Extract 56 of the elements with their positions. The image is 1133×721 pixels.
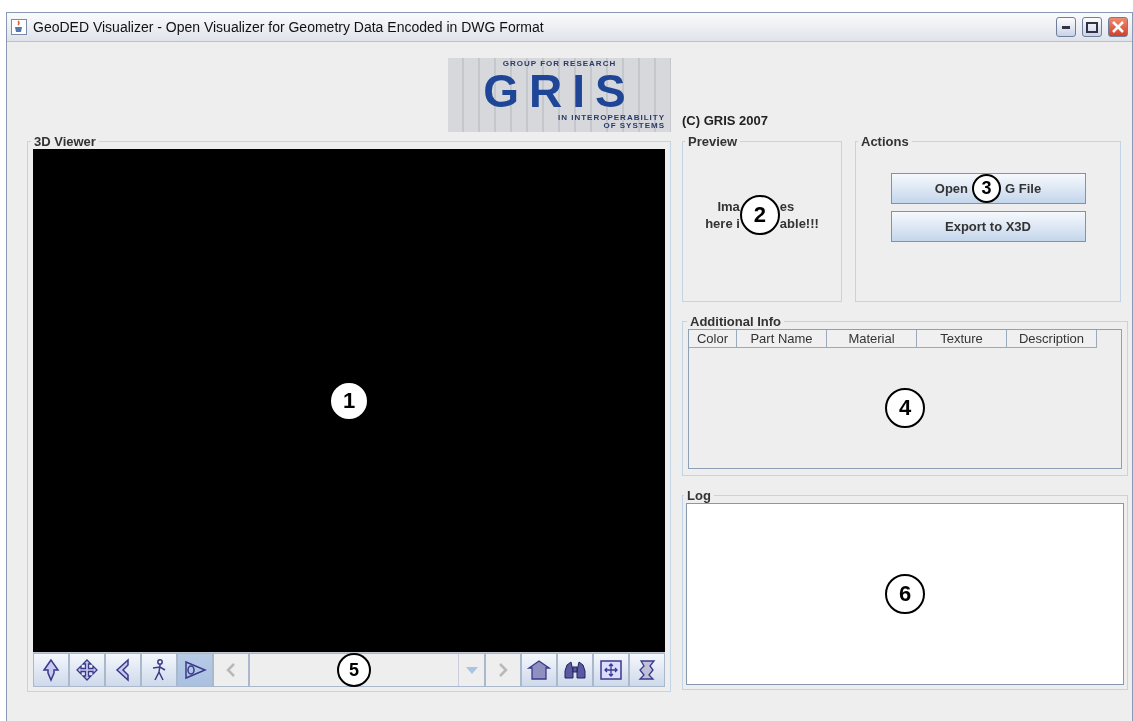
caret-icon [465, 666, 478, 674]
minimize-icon [1062, 25, 1070, 29]
view-cone-icon [183, 659, 207, 681]
toolbar-button[interactable] [629, 653, 665, 687]
toolbar-button[interactable] [593, 653, 629, 687]
action-button[interactable]: Export to X3D [890, 211, 1086, 242]
column-header[interactable]: Description [1007, 330, 1097, 348]
navigation-mode-button[interactable] [177, 653, 213, 687]
callout-marker: 2 [739, 195, 780, 235]
panel-title: Preview [687, 134, 739, 149]
column-header[interactable]: Texture [917, 330, 1007, 348]
close-icon [1112, 21, 1124, 33]
fit-view-icon [599, 659, 623, 681]
column-header[interactable]: Material [827, 330, 917, 348]
3d-viewport[interactable]: 1 [33, 149, 665, 652]
panel-title: Log [686, 488, 712, 503]
minimize-button[interactable] [1056, 17, 1076, 37]
callout-marker: 4 [885, 388, 925, 428]
maximize-button[interactable] [1082, 17, 1102, 37]
column-header[interactable]: Color [689, 330, 737, 348]
navigation-mode-button[interactable] [105, 653, 141, 687]
preview-message: here i [705, 216, 740, 231]
logo-tagline: OF SYSTEMS [603, 122, 665, 130]
toolbar-button[interactable] [521, 653, 557, 687]
binoculars-icon [563, 659, 587, 681]
chevron-left-icon [226, 663, 236, 677]
logo-tagline: IN INTEROPERABILITY [558, 114, 665, 122]
navigation-mode-button[interactable] [33, 653, 69, 687]
callout-marker: 6 [885, 574, 925, 614]
callout-marker: 5 [337, 653, 371, 687]
callout-marker: 3 [972, 174, 1002, 203]
navigation-mode-button[interactable] [141, 653, 177, 687]
preview-message: able!!! [779, 216, 819, 231]
log-text-area[interactable]: 6 [686, 503, 1124, 685]
preview-message: es [779, 199, 795, 214]
logo-tagline: GROUP FOR RESEARCH [502, 60, 617, 68]
chevron-right-icon [498, 663, 508, 677]
panel-title: Actions [860, 134, 910, 149]
coffee-cup-icon [11, 19, 27, 35]
panel-title: Additional Info [689, 314, 782, 329]
logo-wordmark: GRIS [483, 68, 636, 114]
copyright-text: (C) GRIS 2007 [682, 113, 768, 128]
window-title: GeoDED Visualizer - Open Visualizer for Geometry Data Encoded in DWG Format [33, 19, 545, 35]
move-icon [75, 658, 99, 682]
chevron-icon [114, 658, 132, 682]
house-icon [527, 659, 551, 681]
maximize-icon [1086, 21, 1098, 33]
column-header[interactable]: Part Name [737, 330, 827, 348]
panel-title: 3D Viewer [33, 134, 97, 149]
toolbar-button[interactable] [557, 653, 593, 687]
navigation-mode-button[interactable] [69, 653, 105, 687]
preview-message: Ima [717, 199, 740, 214]
diamond-arrow-icon [40, 658, 62, 682]
action-button[interactable]: Open 3 G File [890, 173, 1086, 204]
close-button[interactable] [1108, 17, 1128, 37]
callout-marker: 1 [329, 380, 369, 421]
